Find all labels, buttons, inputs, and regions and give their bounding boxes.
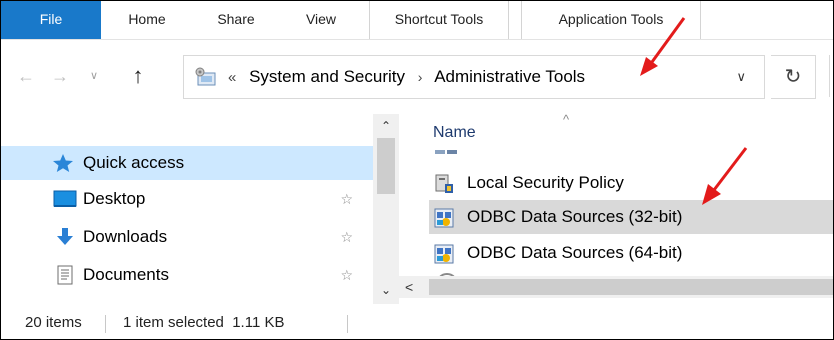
chevron-down-icon: ∨: [736, 69, 746, 84]
forward-button[interactable]: →: [47, 62, 73, 90]
nav-item-quick-access[interactable]: Quick access: [1, 146, 373, 180]
nav-item-label: Desktop: [83, 189, 146, 208]
pin-icon[interactable]: ☆: [340, 182, 353, 216]
star-icon: [53, 154, 73, 172]
file-name: ODBC Data Sources (32-bit): [467, 207, 683, 226]
file-list-hscrollbar[interactable]: <: [399, 276, 833, 298]
breadcrumb-separator[interactable]: ›: [418, 69, 423, 85]
file-row-local-security-policy[interactable]: Local Security Policy: [429, 166, 833, 200]
file-row-odbc-32[interactable]: ODBC Data Sources (32-bit): [429, 200, 833, 234]
control-panel-icon: [195, 67, 216, 86]
tab-application-tools[interactable]: Application Tools: [521, 1, 701, 39]
explorer-window: File Home Share View Shortcut Tools Appl…: [0, 0, 834, 340]
back-button[interactable]: ←: [13, 62, 39, 90]
left-arrow-icon: ←: [17, 66, 35, 86]
scroll-up-icon[interactable]: ⌃: [373, 116, 399, 136]
breadcrumb-overflow[interactable]: «: [228, 69, 236, 86]
desktop-icon: [53, 190, 77, 207]
selection-info: 1 item selected 1.11 KB: [123, 314, 285, 331]
tab-shortcut-tools[interactable]: Shortcut Tools: [369, 1, 509, 39]
nav-item-downloads[interactable]: Downloads ☆: [1, 220, 373, 254]
status-divider: [105, 315, 106, 333]
item-count: 20 items: [25, 314, 82, 331]
breadcrumb: « System and Security › Administrative T…: [228, 56, 585, 98]
scroll-down-icon[interactable]: ⌄: [373, 280, 399, 300]
odbc-icon: [434, 244, 454, 264]
tab-view[interactable]: View: [296, 1, 346, 39]
nav-pane-scrollbar[interactable]: ⌃ ⌄: [373, 114, 399, 304]
file-name: Local Security Policy: [467, 173, 624, 192]
tab-file[interactable]: File: [1, 1, 101, 39]
partial-file-icon: [435, 150, 457, 154]
tab-home[interactable]: Home: [115, 1, 179, 39]
odbc-icon: [434, 208, 454, 228]
nav-item-desktop[interactable]: Desktop ☆: [1, 182, 373, 216]
column-header-name[interactable]: Name: [433, 124, 476, 142]
nav-item-label: Downloads: [83, 227, 168, 246]
up-button[interactable]: ↑: [125, 62, 151, 90]
sort-ascending-icon: ^: [563, 112, 570, 127]
file-name: ODBC Data Sources (64-bit): [467, 243, 683, 262]
ribbon-tab-bar: File Home Share View Shortcut Tools Appl…: [1, 1, 833, 40]
status-bar: 20 items 1 item selected 1.11 KB: [1, 306, 833, 339]
recent-locations-button[interactable]: ∨: [81, 62, 107, 90]
file-row-odbc-64[interactable]: ODBC Data Sources (64-bit): [429, 236, 833, 270]
scrollbar-thumb[interactable]: [429, 279, 833, 295]
address-bar[interactable]: « System and Security › Administrative T…: [183, 55, 765, 99]
nav-item-label: Documents: [83, 265, 169, 284]
refresh-button[interactable]: ↻: [771, 55, 816, 99]
chevron-down-icon: ∨: [89, 70, 99, 82]
nav-item-label: Quick access: [83, 153, 185, 172]
documents-icon: [57, 265, 73, 285]
address-dropdown-button[interactable]: ∨: [736, 56, 746, 98]
status-divider: [347, 315, 348, 333]
tab-share[interactable]: Share: [208, 1, 264, 39]
download-icon: [57, 228, 73, 245]
scrollbar-thumb[interactable]: [377, 138, 395, 194]
navigation-pane: Quick access Desktop ☆ Downloads ☆ Docum…: [1, 114, 399, 304]
right-arrow-icon: →: [51, 66, 69, 86]
search-box-edge[interactable]: [829, 55, 833, 97]
breadcrumb-administrative-tools[interactable]: Administrative Tools: [434, 67, 585, 86]
pin-icon[interactable]: ☆: [340, 220, 353, 254]
nav-item-documents[interactable]: Documents ☆: [1, 258, 373, 292]
refresh-icon: ↻: [784, 66, 802, 88]
up-arrow-icon: ↑: [132, 63, 144, 88]
file-list: ^ Name Local Security Policy ODBC Data S…: [399, 112, 833, 304]
security-policy-icon: [435, 174, 453, 193]
pin-icon[interactable]: ☆: [340, 258, 353, 292]
address-toolbar: ← → ∨ ↑ « System and Security › Administ…: [1, 40, 833, 114]
scroll-left-icon[interactable]: <: [405, 276, 413, 298]
breadcrumb-system-and-security[interactable]: System and Security: [249, 67, 405, 86]
